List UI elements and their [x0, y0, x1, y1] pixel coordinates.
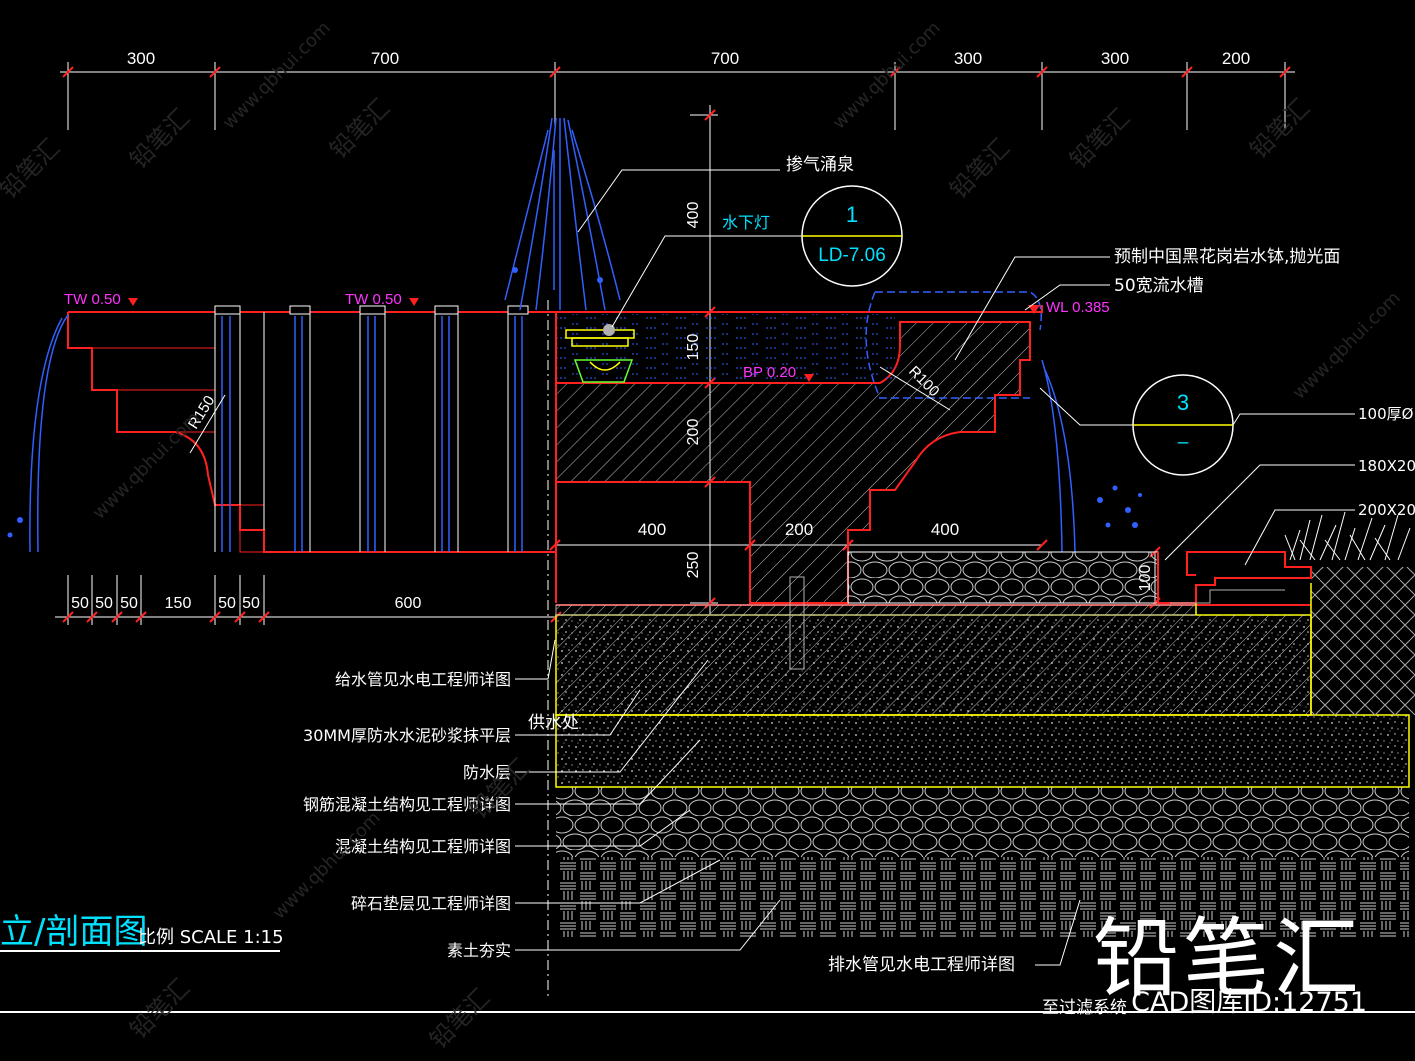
callout-right-1: 100厚Ø — [1358, 405, 1414, 423]
ground-layers — [555, 567, 1415, 937]
dim-bottom-3: 50 — [120, 595, 138, 612]
bubble-3-reference: – — [1178, 432, 1189, 453]
callout-fountain: 掺气涌泉 — [786, 155, 854, 175]
wm-diag-5: 铅笔汇 — [944, 134, 1015, 205]
dim-top-1: 300 — [127, 49, 155, 68]
wm-url-4: www.qbhui.com — [1289, 288, 1405, 404]
dim-top-5: 300 — [1101, 49, 1129, 68]
wm-url-3: www.qbhui.com — [89, 408, 205, 524]
callout-channel: 50宽流水槽 — [1114, 276, 1204, 296]
callout-drain: 排水管见水电工程师详图 — [828, 955, 1015, 975]
layer-label-7: 素土夯实 — [447, 941, 511, 960]
dim-top-4: 300 — [954, 49, 982, 68]
wm-diag-1: 铅笔汇 — [0, 134, 65, 205]
dim-bottom-2: 50 — [95, 595, 113, 612]
callout-light: 水下灯 — [722, 213, 770, 232]
layer-label-1: 给水管见水电工程师详图 — [335, 670, 511, 689]
dim-inner-1: 400 — [638, 520, 666, 539]
level-tw-2: TW 0.50 — [345, 291, 402, 308]
gravel-layer — [556, 787, 1409, 857]
wm-url-2: www.qbhui.com — [829, 18, 945, 134]
drawing-scale: 比例 SCALE 1:15 — [138, 927, 284, 948]
dim-vert-4: 250 — [685, 552, 702, 579]
dim-top-6: 200 — [1222, 49, 1250, 68]
callout-granite: 预制中国黑花岗岩水钵,抛光面 — [1114, 247, 1340, 267]
grass-planting — [1284, 511, 1411, 561]
dim-bottom-4: 150 — [165, 595, 192, 612]
right-soil-block — [1311, 567, 1415, 715]
bubble-1-number: 1 — [846, 202, 858, 227]
layer-label-2: 30MM厚防水水泥砂浆抹平层 — [303, 726, 511, 745]
level-bp: BP 0.20 — [743, 364, 796, 381]
dim-bottom-7: 600 — [395, 595, 422, 612]
layer-label-6: 碎石垫层见工程师详图 — [351, 894, 511, 913]
bubble-3-number: 3 — [1177, 390, 1189, 415]
detail-bubble-3: 3 – — [1132, 374, 1234, 476]
concrete-slab-speckle — [556, 615, 1311, 715]
wm-diag-3: 铅笔汇 — [324, 94, 395, 165]
dim-vert-1: 400 — [685, 202, 702, 229]
wm-diag-9: 铅笔汇 — [424, 984, 495, 1055]
dim-bottom-1: 50 — [71, 595, 89, 612]
waterproof-layer — [555, 604, 1197, 616]
level-wl: WL 0.385 — [1046, 299, 1110, 316]
wm-url-1: www.qbhui.com — [219, 18, 335, 134]
wm-diag-2: 铅笔汇 — [124, 104, 195, 175]
aerated-fountain-spray — [504, 117, 621, 311]
wm-diag-7: 铅笔汇 — [1244, 94, 1315, 165]
wm-diag-8: 铅笔汇 — [124, 974, 195, 1045]
drawing-title-block: 立/剖面图 比例 SCALE 1:15 — [0, 912, 284, 952]
dim-inner-3: 400 — [931, 520, 959, 539]
id-watermark: CAD图库ID:12751 — [1131, 987, 1367, 1018]
dim-bottom-5: 50 — [218, 595, 236, 612]
dim-top-3: 700 — [711, 49, 739, 68]
wm-diag-6: 铅笔汇 — [1064, 104, 1135, 175]
bottom-dimension-values: 50 50 50 150 50 50 600 — [71, 595, 421, 612]
dim-top-2: 700 — [371, 49, 399, 68]
drawing-title: 立/剖面图 — [0, 912, 147, 952]
bubble-1-reference: LD-7.06 — [818, 245, 886, 266]
callout-right-2: 180X200 — [1358, 457, 1415, 475]
concrete-base-layer — [555, 714, 1410, 788]
level-tw-1: TW 0.50 — [64, 291, 121, 308]
callout-right-3: 200X200 — [1358, 501, 1415, 519]
callout-supply: 供水处 — [528, 713, 579, 733]
dim-bottom-6: 50 — [242, 595, 260, 612]
detail-bubble-1: 1 LD-7.06 — [801, 185, 903, 287]
